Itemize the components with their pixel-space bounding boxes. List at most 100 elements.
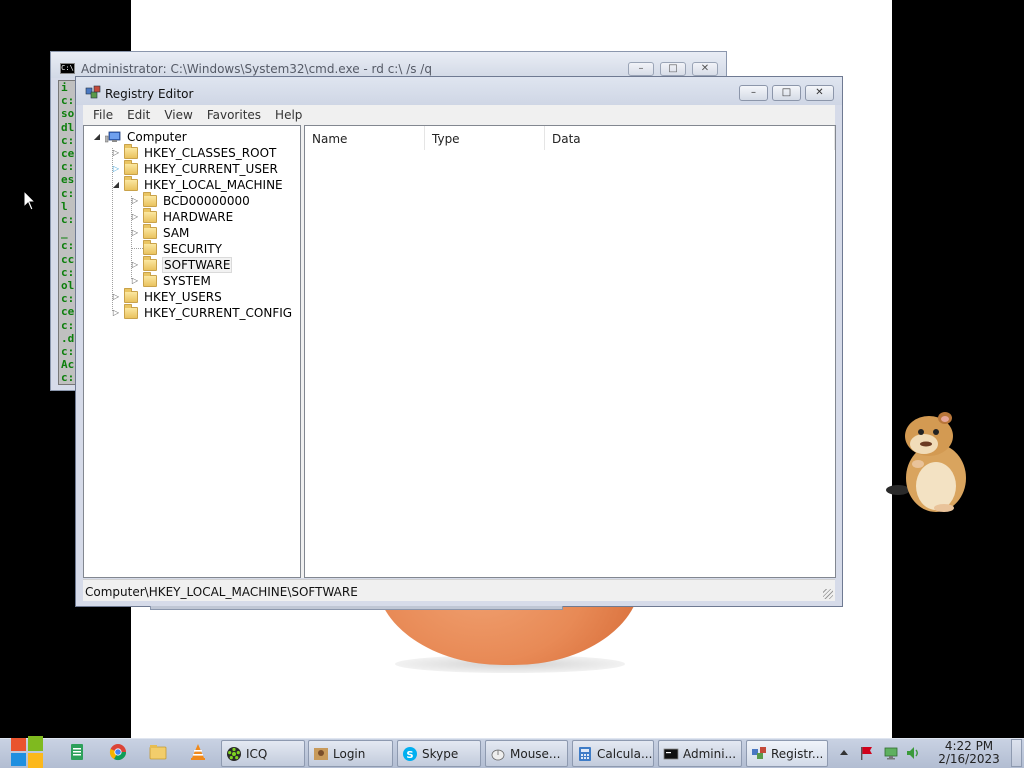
start-button-windows-icon[interactable] xyxy=(10,736,44,768)
regedit-maximize-button[interactable]: □ xyxy=(772,85,801,101)
cmd-close-button[interactable]: ✕ xyxy=(692,62,718,76)
tree-node-label-selected: SOFTWARE xyxy=(162,257,233,273)
menu-file[interactable]: File xyxy=(86,105,120,125)
taskbar-button-label: Calcula... xyxy=(597,746,653,761)
menu-help[interactable]: Help xyxy=(268,105,309,125)
tree-node-computer[interactable]: ◢ Computer xyxy=(92,129,188,145)
registry-editor-window[interactable]: Registry Editor – □ ✕ File Edit View Fav… xyxy=(75,76,843,607)
taskbar-button-icq[interactable]: ICQ xyxy=(221,740,305,767)
collapse-arrow-icon[interactable]: ◢ xyxy=(111,180,121,190)
cmd-window-icon: C:\ xyxy=(60,63,75,74)
expand-arrow-icon[interactable]: ▷ xyxy=(130,260,140,270)
tree-node-label: HKEY_CLASSES_ROOT xyxy=(144,146,277,160)
current-key-path: Computer\HKEY_LOCAL_MACHINE\SOFTWARE xyxy=(85,585,358,599)
taskbar-button-cmd[interactable]: Admini... xyxy=(658,740,742,767)
regedit-app-icon xyxy=(85,85,101,99)
regedit-close-button[interactable]: ✕ xyxy=(805,85,834,101)
tree-node-security[interactable]: ▷ SECURITY xyxy=(130,240,223,257)
tree-node-label: HKEY_USERS xyxy=(144,290,222,304)
explorer-icon[interactable] xyxy=(149,743,167,761)
folder-icon xyxy=(124,304,138,319)
vlc-icon[interactable] xyxy=(189,743,207,761)
volume-icon[interactable] xyxy=(905,745,921,761)
tree-node-label: SECURITY xyxy=(163,242,222,256)
hamster-desktop-pet[interactable] xyxy=(884,408,974,516)
tree-node-system[interactable]: ▷ SYSTEM xyxy=(130,272,212,289)
tree-node-hkey-current-config[interactable]: ▷ HKEY_CURRENT_CONFIG xyxy=(111,304,293,321)
tree-node-label: HARDWARE xyxy=(163,210,234,224)
column-header-data[interactable]: Data xyxy=(545,126,835,150)
taskbar-button-regedit-active[interactable]: Registr... xyxy=(746,740,828,767)
column-header-name[interactable]: Name xyxy=(305,126,425,150)
taskbar-button-label: Skype xyxy=(422,746,459,761)
tree-node-software[interactable]: ▷ SOFTWARE xyxy=(130,256,233,273)
show-desktop-button[interactable] xyxy=(1011,739,1022,767)
folder-icon xyxy=(124,160,138,175)
registry-values-list[interactable]: Name Type Data xyxy=(304,125,836,578)
regedit-minimize-button[interactable]: – xyxy=(739,85,768,101)
registry-key-tree[interactable]: ◢ Computer ▷ HKEY_CLASSES_ROOT ▷ HKEY_CU… xyxy=(83,125,301,578)
taskbar-button-skype[interactable]: S Skype xyxy=(397,740,481,767)
expand-arrow-icon[interactable]: ▷ xyxy=(130,276,140,286)
flag-icon[interactable] xyxy=(858,745,874,761)
tree-node-bcd00000000[interactable]: ▷ BCD00000000 xyxy=(130,192,251,209)
cmd-icon xyxy=(663,748,679,759)
clock-date: 2/16/2023 xyxy=(938,752,1000,766)
taskbar-button-login[interactable]: Login xyxy=(308,740,393,767)
computer-icon xyxy=(105,131,121,143)
menu-edit[interactable]: Edit xyxy=(120,105,157,125)
login-icon xyxy=(314,747,328,760)
expand-arrow-icon[interactable]: ▷ xyxy=(130,228,140,238)
menu-favorites[interactable]: Favorites xyxy=(200,105,268,125)
tree-node-hkey-users[interactable]: ▷ HKEY_USERS xyxy=(111,288,223,305)
folder-icon xyxy=(143,224,157,239)
tree-node-hkey-classes-root[interactable]: ▷ HKEY_CLASSES_ROOT xyxy=(111,144,277,161)
menu-view[interactable]: View xyxy=(157,105,199,125)
cmd-maximize-button[interactable]: □ xyxy=(660,62,686,76)
column-header-type[interactable]: Type xyxy=(425,126,545,150)
expand-arrow-icon[interactable]: ▷ xyxy=(111,148,121,158)
folder-icon xyxy=(143,208,157,223)
taskbar-button-calculator[interactable]: Calcula... xyxy=(572,740,654,767)
regedit-statusbar: Computer\HKEY_LOCAL_MACHINE\SOFTWARE xyxy=(83,579,835,601)
tree-node-hkey-local-machine[interactable]: ◢ HKEY_LOCAL_MACHINE xyxy=(111,176,284,193)
cmd-titlebar[interactable]: C:\ Administrator: C:\Windows\System32\c… xyxy=(51,52,726,78)
mouse-icon xyxy=(491,749,505,760)
cmd-window-title: Administrator: C:\Windows\System32\cmd.e… xyxy=(81,62,432,76)
taskbar-button-mouse[interactable]: Mouse... xyxy=(485,740,568,767)
taskbar-button-label: ICQ xyxy=(246,746,268,761)
collapse-arrow-icon[interactable]: ◢ xyxy=(92,132,102,142)
regedit-menubar: File Edit View Favorites Help xyxy=(83,105,835,125)
cmd-minimize-button[interactable]: – xyxy=(628,62,654,76)
tree-node-sam[interactable]: ▷ SAM xyxy=(130,224,190,241)
network-icon[interactable] xyxy=(883,745,899,761)
expand-arrow-icon[interactable]: ▷ xyxy=(111,164,121,174)
chrome-icon[interactable] xyxy=(109,743,127,761)
expand-arrow-icon[interactable]: ▷ xyxy=(111,292,121,302)
mouse-cursor-icon xyxy=(23,190,37,211)
tree-node-label: HKEY_LOCAL_MACHINE xyxy=(144,178,283,192)
folder-icon xyxy=(143,256,157,271)
tree-node-label: SYSTEM xyxy=(163,274,211,288)
calculator-icon xyxy=(579,746,591,761)
tree-node-label: SAM xyxy=(163,226,190,240)
tree-node-label: HKEY_CURRENT_CONFIG xyxy=(144,306,293,320)
tree-node-hardware[interactable]: ▷ HARDWARE xyxy=(130,208,234,225)
icq-icon xyxy=(227,746,241,761)
regedit-window-title: Registry Editor xyxy=(105,87,194,101)
list-column-headers: Name Type Data xyxy=(305,126,835,150)
taskbar-button-label: Registr... xyxy=(771,746,824,761)
taskbar-clock[interactable]: 4:22 PM 2/16/2023 xyxy=(934,740,1004,766)
tree-node-hkey-current-user[interactable]: ▷ HKEY_CURRENT_USER xyxy=(111,160,279,177)
resize-grip-icon[interactable] xyxy=(823,589,833,599)
notepad-icon[interactable] xyxy=(68,743,86,761)
taskbar-button-label: Mouse... xyxy=(510,746,561,761)
folder-icon xyxy=(124,288,138,303)
regedit-icon xyxy=(752,746,766,759)
folder-icon xyxy=(143,192,157,207)
expand-arrow-icon[interactable]: ▷ xyxy=(130,212,140,222)
regedit-titlebar[interactable]: Registry Editor – □ ✕ xyxy=(76,77,842,105)
show-hidden-icons-arrow-icon[interactable] xyxy=(836,745,852,761)
expand-arrow-icon[interactable]: ▷ xyxy=(130,196,140,206)
expand-arrow-icon[interactable]: ▷ xyxy=(111,308,121,318)
